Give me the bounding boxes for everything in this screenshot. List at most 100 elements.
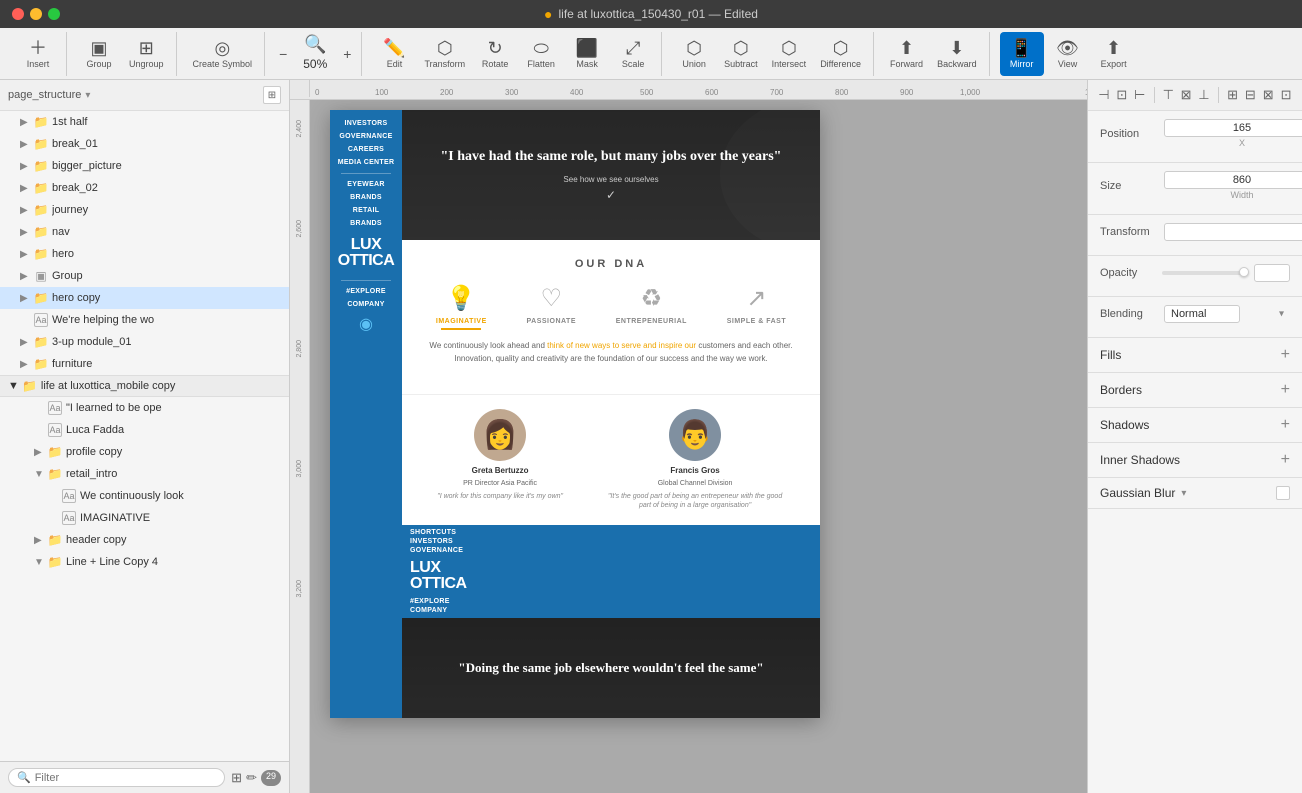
inner-shadows-section[interactable]: Inner Shadows + bbox=[1088, 443, 1302, 478]
layer-toggle[interactable]: ▼ bbox=[34, 557, 44, 568]
create-symbol-button[interactable]: ◎ Create Symbol bbox=[187, 32, 259, 76]
size-w-input[interactable] bbox=[1164, 171, 1302, 189]
forward-button[interactable]: ⬆ Forward bbox=[884, 32, 929, 76]
layer-item-hero-copy[interactable]: ▶ 📁 hero copy bbox=[0, 287, 289, 309]
opacity-slider[interactable] bbox=[1162, 271, 1248, 275]
layer-item-3up-module[interactable]: ▶ 📁 3-up module_01 bbox=[0, 331, 289, 353]
nav2-investors: INVESTORS bbox=[410, 538, 812, 545]
nav-item-brands2: BRANDS bbox=[346, 218, 386, 229]
transform-button[interactable]: ⬡ Transform bbox=[418, 32, 471, 76]
align-center-v-button[interactable]: ⊠ bbox=[1178, 84, 1194, 106]
canvas-area[interactable]: 0 100 200 300 400 500 600 700 800 900 1,… bbox=[290, 80, 1087, 793]
layer-toggle[interactable]: ▼ bbox=[34, 469, 44, 480]
search-input[interactable] bbox=[35, 772, 216, 784]
layer-item-furniture[interactable]: ▶ 📁 furniture bbox=[0, 353, 289, 375]
layer-item-header-copy[interactable]: ▶ 📁 header copy bbox=[0, 529, 289, 551]
layer-toggle[interactable]: ▶ bbox=[20, 205, 30, 216]
gaussian-blur-checkbox[interactable] bbox=[1276, 486, 1290, 500]
blending-select[interactable]: NormalMultiplyScreenOverlayDarkenLighten… bbox=[1164, 305, 1240, 323]
layer-item-break02[interactable]: ▶ 📁 break_02 bbox=[0, 177, 289, 199]
align-bottom-button[interactable]: ⊥ bbox=[1196, 84, 1212, 106]
layer-toggle[interactable]: ▶ bbox=[34, 447, 44, 458]
shadows-section[interactable]: Shadows + bbox=[1088, 408, 1302, 443]
layer-item-retail-intro[interactable]: ▼ 📁 retail_intro bbox=[0, 463, 289, 485]
dna-icons-row: 💡 IMAGINATIVE ♡ PASSIONATE bbox=[416, 284, 806, 330]
scale-button[interactable]: ⤢ Scale bbox=[611, 32, 655, 76]
design-viewport[interactable]: INVESTORS GOVERNANCE CAREERS MEDIA CENTE… bbox=[310, 100, 1087, 793]
sidebar-expand-button[interactable]: ⊞ bbox=[263, 86, 281, 104]
difference-button[interactable]: ⬡ Difference bbox=[814, 32, 867, 76]
rotate-button[interactable]: ↻ Rotate bbox=[473, 32, 517, 76]
minimize-button[interactable] bbox=[30, 8, 42, 20]
mask-button[interactable]: ⬛ Mask bbox=[565, 32, 609, 76]
align-top-button[interactable]: ⊤ bbox=[1160, 84, 1176, 106]
layer-list[interactable]: ▶ 📁 1st half ▶ 📁 break_01 ▶ 📁 bigger_pic… bbox=[0, 111, 289, 761]
layer-item-group[interactable]: ▶ ▣ Group bbox=[0, 265, 289, 287]
subtract-button[interactable]: ⬡ Subtract bbox=[718, 32, 764, 76]
group-button[interactable]: ▣ Group bbox=[77, 32, 121, 76]
layer-item-learned[interactable]: Aa "I learned to be ope bbox=[0, 397, 289, 419]
align-center-h-button[interactable]: ⊡ bbox=[1114, 84, 1130, 106]
zoom-minus-button[interactable]: − bbox=[275, 44, 291, 64]
rotate-input[interactable] bbox=[1164, 223, 1302, 241]
mobile-section-label[interactable]: ▼ 📁 life at luxottica_mobile copy bbox=[0, 375, 289, 397]
mirror-button[interactable]: 📱 Mirror bbox=[1000, 32, 1044, 76]
align-left-button[interactable]: ⊣ bbox=[1096, 84, 1112, 106]
layer-toggle[interactable]: ▶ bbox=[20, 227, 30, 238]
zoom-plus-button[interactable]: + bbox=[339, 44, 355, 64]
fills-section[interactable]: Fills + bbox=[1088, 338, 1302, 373]
flatten-button[interactable]: ⬭ Flatten bbox=[519, 32, 563, 76]
layer-item-1st-half[interactable]: ▶ 📁 1st half bbox=[0, 111, 289, 133]
zoom-button[interactable]: 🔍 50% bbox=[293, 32, 337, 76]
layer-item-we-continuously[interactable]: Aa We continuously look bbox=[0, 485, 289, 507]
edit-button[interactable]: ✏️ Edit bbox=[372, 32, 416, 76]
gaussian-expand-icon[interactable]: ▾ bbox=[1181, 488, 1186, 499]
opacity-input[interactable] bbox=[1254, 264, 1290, 282]
intersect-button[interactable]: ⬡ Intersect bbox=[766, 32, 813, 76]
align-option-2[interactable]: ⊡ bbox=[1278, 84, 1294, 106]
layer-toggle[interactable]: ▶ bbox=[20, 183, 30, 194]
union-button[interactable]: ⬡ Union bbox=[672, 32, 716, 76]
layer-toggle[interactable]: ▶ bbox=[20, 161, 30, 172]
layer-toggle[interactable]: ▶ bbox=[20, 117, 30, 128]
layer-item-imaginative[interactable]: Aa IMAGINATIVE bbox=[0, 507, 289, 529]
layer-name: 1st half bbox=[52, 116, 283, 128]
ungroup-button[interactable]: ⊞ Ungroup bbox=[123, 32, 170, 76]
align-option-1[interactable]: ⊠ bbox=[1260, 84, 1276, 106]
layer-item-hero[interactable]: ▶ 📁 hero bbox=[0, 243, 289, 265]
shadows-add-button[interactable]: + bbox=[1281, 416, 1290, 434]
backward-button[interactable]: ⬇ Backward bbox=[931, 32, 983, 76]
layer-toggle[interactable]: ▶ bbox=[20, 293, 30, 304]
layer-item-profile-copy[interactable]: ▶ 📁 profile copy bbox=[0, 441, 289, 463]
layer-item-bigger-picture[interactable]: ▶ 📁 bigger_picture bbox=[0, 155, 289, 177]
layer-toggle[interactable]: ▶ bbox=[20, 271, 30, 282]
borders-add-button[interactable]: + bbox=[1281, 381, 1290, 399]
layer-toggle[interactable]: ▶ bbox=[20, 139, 30, 150]
layer-item-journey[interactable]: ▶ 📁 journey bbox=[0, 199, 289, 221]
borders-section[interactable]: Borders + bbox=[1088, 373, 1302, 408]
view-button[interactable]: 👁 View bbox=[1046, 32, 1090, 76]
layer-toggle[interactable]: ▶ bbox=[20, 337, 30, 348]
insert-button[interactable]: ＋ Insert bbox=[16, 32, 60, 76]
position-x-input[interactable] bbox=[1164, 119, 1302, 137]
layer-item-break01[interactable]: ▶ 📁 break_01 bbox=[0, 133, 289, 155]
layer-toggle[interactable]: ▶ bbox=[20, 359, 30, 370]
fullscreen-button[interactable] bbox=[48, 8, 60, 20]
distribute-v-button[interactable]: ⊟ bbox=[1242, 84, 1258, 106]
sidebar-icon-2[interactable]: ✏ bbox=[246, 770, 257, 786]
layer-item-line-copy4[interactable]: ▼ 📁 Line + Line Copy 4 bbox=[0, 551, 289, 573]
layer-toggle[interactable]: ▶ bbox=[34, 535, 44, 546]
layer-item-we-helping[interactable]: Aa We're helping the wo bbox=[0, 309, 289, 331]
insert-icon: ＋ bbox=[29, 39, 47, 57]
layer-item-nav[interactable]: ▶ 📁 nav bbox=[0, 221, 289, 243]
fills-add-button[interactable]: + bbox=[1281, 346, 1290, 364]
mockup-dna: OUR DNA 💡 IMAGINATIVE bbox=[402, 240, 820, 394]
export-button[interactable]: ⬆ Export bbox=[1092, 32, 1136, 76]
sidebar-icon-1[interactable]: ⊞ bbox=[231, 770, 242, 786]
close-button[interactable] bbox=[12, 8, 24, 20]
align-right-button[interactable]: ⊢ bbox=[1132, 84, 1148, 106]
distribute-h-button[interactable]: ⊞ bbox=[1225, 84, 1241, 106]
inner-shadows-add-button[interactable]: + bbox=[1281, 451, 1290, 469]
layer-item-luca[interactable]: Aa Luca Fadda bbox=[0, 419, 289, 441]
layer-toggle[interactable]: ▶ bbox=[20, 249, 30, 260]
